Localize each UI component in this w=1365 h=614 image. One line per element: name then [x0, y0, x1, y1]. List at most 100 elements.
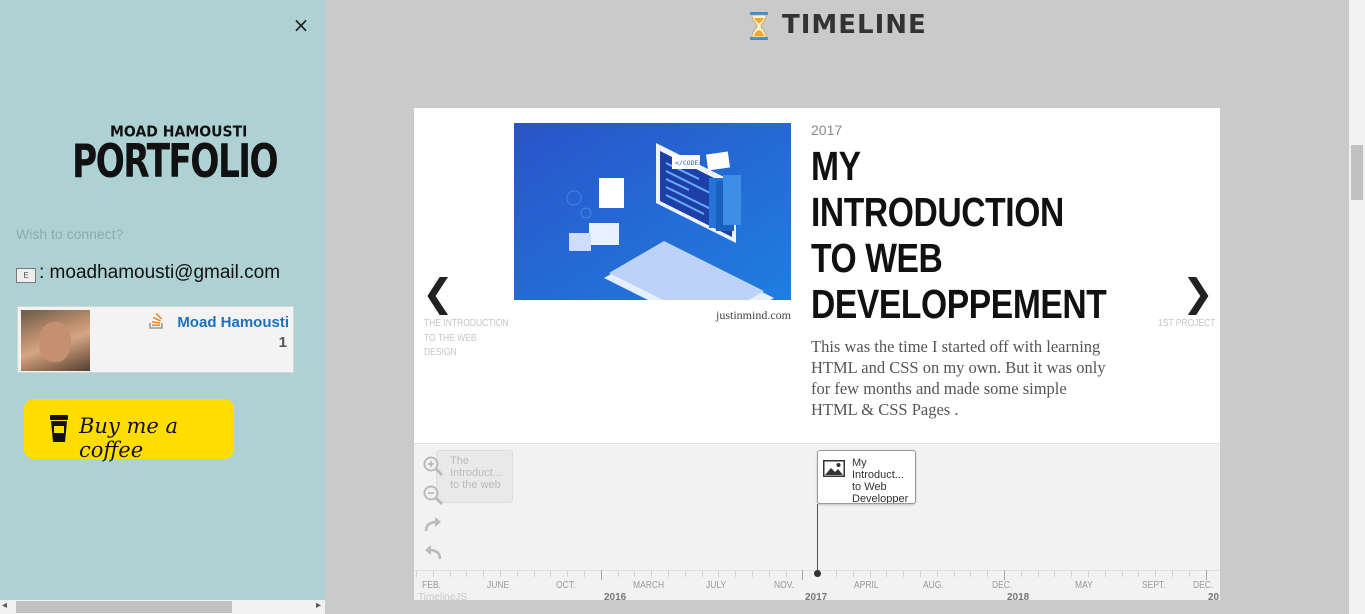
axis-tick	[1037, 570, 1039, 577]
buy-me-a-coffee-button[interactable]: Buy me a coffee	[24, 399, 234, 462]
axis-tick	[651, 570, 653, 577]
connect-label: Wish to connect?	[16, 226, 124, 242]
scroll-right-icon[interactable]: ▸	[316, 600, 321, 611]
portfolio-logo: MOAD HAMOUSTI PORTFOLIO	[72, 120, 279, 188]
axis-year-label: 2016	[604, 592, 627, 600]
code-tag-label: </CODE>	[675, 159, 702, 167]
axis-tick	[1121, 570, 1123, 577]
axis-minor-label: MAY	[1075, 580, 1093, 591]
axis-tick	[1155, 570, 1157, 577]
axis-tick	[416, 570, 417, 577]
axis-minor-label: DEC.	[1193, 580, 1214, 591]
sidebar: × MOAD HAMOUSTI PORTFOLIO Wish to connec…	[0, 0, 325, 614]
axis-tick	[550, 570, 552, 577]
axis-tick	[466, 570, 468, 577]
axis-tick	[987, 570, 989, 577]
timeline-slide: </CODE> justinmind.com 2017 MY INTRODUCT…	[414, 108, 1220, 443]
axis-tick	[500, 570, 501, 577]
previous-slide-caption[interactable]: THE INTRODUCTION TO THE WEB DESIGN	[424, 317, 509, 361]
scrollbar-thumb[interactable]	[16, 601, 232, 613]
redo-icon[interactable]	[422, 513, 444, 535]
slide-headline: MY INTRODUCTION TO WEB DEVELOPPEMENT	[811, 143, 1107, 327]
axis-minor-label: AUG.	[923, 580, 944, 591]
logo-title: PORTFOLIO	[72, 134, 279, 188]
close-sidebar-button[interactable]: ×	[290, 14, 312, 36]
axis-tick	[701, 570, 703, 577]
email-address[interactable]: : moadhamousti@gmail.com	[39, 262, 280, 283]
axis-tick	[1205, 570, 1207, 580]
stackoverflow-reputation: 1	[278, 334, 287, 351]
axis-tick	[1004, 570, 1005, 580]
axis-tick	[449, 570, 451, 577]
image-credit: justinmind.com	[716, 308, 791, 322]
axis-year-label: 2017	[805, 592, 828, 600]
current-marker-dot	[814, 570, 821, 577]
axis-minor-label: JUNE	[487, 580, 510, 591]
page-vertical-scrollbar[interactable]	[1349, 0, 1365, 614]
zoom-out-icon[interactable]	[422, 484, 444, 506]
slide-description: This was the time I started off with lea…	[811, 337, 1106, 419]
timeline-marker[interactable]: The Introduct... to the web	[436, 450, 513, 503]
next-slide-chevron-icon[interactable]: ❯	[1182, 271, 1214, 315]
axis-tick	[634, 570, 636, 577]
hourglass-icon	[750, 12, 768, 40]
axis-tick	[1104, 570, 1106, 577]
axis-tick	[1054, 570, 1056, 577]
axis-year-label: 20	[1208, 592, 1220, 600]
timelinejs-brand[interactable]: TimelineJS	[418, 592, 467, 600]
timeline-embed: </CODE> justinmind.com 2017 MY INTRODUCT…	[414, 108, 1220, 600]
axis-minor-label: MARCH	[633, 580, 665, 591]
axis-tick	[1020, 570, 1022, 577]
scrollbar-thumb[interactable]	[1351, 145, 1363, 200]
axis-tick	[953, 570, 955, 577]
coffee-cup-icon	[50, 415, 68, 442]
axis-tick	[600, 570, 602, 580]
stackoverflow-flair[interactable]: Moad Hamousti 1	[17, 306, 294, 373]
avatar	[21, 310, 90, 371]
envelope-icon: E	[16, 268, 36, 283]
axis-minor-label: OCT.	[556, 580, 576, 591]
axis-tick	[752, 570, 753, 577]
axis-tick	[617, 570, 619, 577]
axis-tick	[567, 570, 569, 577]
sidebar-horizontal-scrollbar[interactable]: ◂ ▸	[0, 600, 325, 614]
stackoverflow-username[interactable]: Moad Hamousti	[177, 314, 289, 331]
axis-tick	[785, 570, 787, 577]
axis-tick	[1088, 570, 1089, 577]
axis-tick	[1172, 570, 1173, 577]
axis-year-label: 2018	[1007, 592, 1030, 600]
axis-tick	[802, 570, 804, 580]
marker-label: The Introduct... to the web	[450, 455, 502, 491]
undo-icon[interactable]	[422, 541, 444, 563]
marker-label: My Introduct... to Web Developper	[852, 457, 909, 503]
email-contact[interactable]: E: moadhamousti@gmail.com	[16, 262, 280, 284]
image-icon	[823, 460, 845, 477]
zoom-in-icon[interactable]	[422, 455, 444, 477]
scroll-left-icon[interactable]: ◂	[2, 600, 7, 611]
axis-tick	[903, 570, 905, 577]
axis-tick	[869, 570, 871, 577]
slide-year: 2017	[811, 122, 843, 138]
axis-tick	[1138, 570, 1140, 577]
axis-tick	[483, 570, 485, 577]
axis-tick	[768, 570, 770, 577]
previous-slide-chevron-icon[interactable]: ❮	[422, 271, 454, 315]
axis-tick	[836, 570, 837, 577]
timeline-marker-active[interactable]: My Introduct... to Web Developper	[817, 450, 916, 504]
axis-minor-label: DEC.	[992, 580, 1013, 591]
axis-minor-label: FEB.	[422, 580, 441, 591]
axis-tick	[920, 570, 921, 577]
axis-tick	[1071, 570, 1073, 577]
axis-tick	[516, 570, 518, 577]
axis-tick	[936, 570, 938, 577]
axis-tick	[970, 570, 972, 577]
next-slide-caption[interactable]: 1ST PROJECT	[1158, 317, 1218, 332]
slide-image: </CODE>	[514, 123, 791, 300]
timeline-navigation: The Introduct... to the web My Introduct…	[414, 443, 1220, 600]
stackoverflow-icon	[149, 313, 163, 329]
axis-tick	[684, 570, 686, 577]
axis-tick	[852, 570, 854, 577]
axis-minor-label: NOV.	[774, 580, 795, 591]
axis-tick	[886, 570, 888, 577]
axis-tick	[668, 570, 669, 577]
